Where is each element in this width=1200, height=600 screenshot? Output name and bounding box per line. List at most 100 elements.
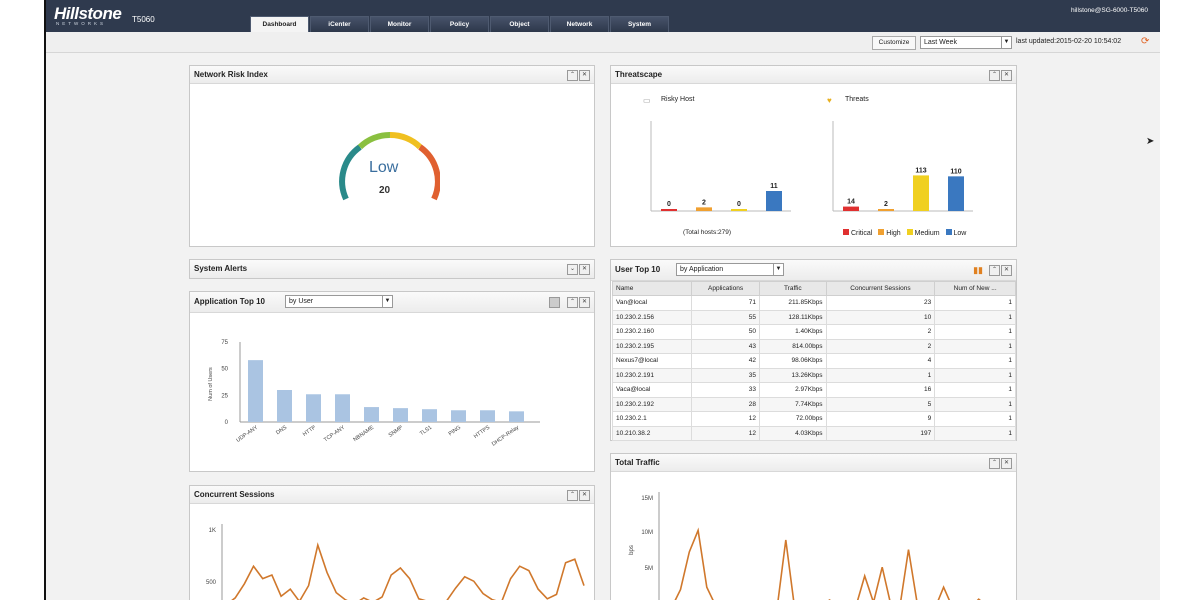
customize-button[interactable]: Customize — [872, 36, 916, 50]
panel-title: Application Top 10 — [194, 297, 265, 306]
table-view-icon[interactable] — [549, 297, 560, 308]
collapse-icon[interactable]: ⌃ — [989, 458, 1000, 469]
table-cell: 1 — [934, 411, 1016, 427]
bar — [480, 410, 495, 422]
legend-low: Low — [945, 229, 966, 237]
column-header[interactable]: Applications — [691, 281, 761, 296]
table-cell: 33 — [691, 382, 761, 398]
panel-header: Network Risk Index ⌃ ✕ — [190, 66, 594, 84]
chart-view-icon[interactable]: ▮▮ — [973, 265, 983, 276]
total-hosts: (Total hosts:279) — [683, 229, 732, 236]
data-label: 0 — [667, 201, 671, 208]
bar — [696, 207, 712, 211]
table-cell: 55 — [691, 309, 761, 325]
column-header[interactable]: Name — [611, 281, 693, 296]
user-filter-select[interactable]: by Application ▼ — [676, 263, 784, 276]
table-cell: 1 — [934, 396, 1016, 412]
bar — [422, 409, 437, 422]
user-top10-panel: User Top 10 by Application ▼ ▮▮ ⌃ ✕ Name… — [610, 259, 1017, 441]
collapse-icon[interactable]: ⌃ — [567, 70, 578, 81]
table-row[interactable]: Van@local 71 211.85Kbps 23 1 — [611, 295, 1016, 311]
table-row[interactable]: Vaca@local 33 2.97Kbps 16 1 — [611, 382, 1016, 398]
data-label: 2 — [702, 199, 706, 206]
bar — [393, 408, 408, 422]
panel-title: System Alerts — [194, 264, 248, 273]
table-cell: 50 — [691, 324, 761, 340]
table-cell: 72.00bps — [759, 411, 827, 427]
refresh-icon[interactable]: ⟳ — [1141, 36, 1149, 47]
table-cell: 16 — [825, 382, 936, 398]
collapse-icon[interactable]: ⌃ — [567, 490, 578, 501]
total-traffic-panel: Total Traffic ⌃ ✕ 15M 10M 5M bps — [610, 453, 1017, 600]
y-tick-label: 25 — [221, 393, 228, 399]
table-cell: 71 — [691, 295, 761, 311]
legend-high: High — [878, 229, 901, 237]
app-window: Hillstone NETWORKS T5060 Dashboard iCent… — [46, 0, 1160, 600]
table-row[interactable]: 10.230.2.195 43 814.00bps 2 1 — [611, 338, 1016, 354]
table-cell: 1 — [934, 353, 1016, 369]
bar — [948, 176, 964, 211]
close-icon[interactable]: ✕ — [579, 70, 590, 81]
table-row[interactable]: Nexus7@local 42 98.06Kbps 4 1 — [611, 353, 1016, 369]
user-account[interactable]: hillstone@SG-6000-T5060 — [1071, 7, 1148, 14]
data-label: 110 — [950, 168, 961, 175]
tab-policy[interactable]: Policy — [430, 16, 489, 32]
close-icon[interactable]: ✕ — [1001, 70, 1012, 81]
collapse-icon[interactable]: ⌃ — [989, 265, 1000, 276]
table-cell: 12 — [691, 425, 761, 441]
tab-dashboard[interactable]: Dashboard — [250, 16, 309, 32]
table-cell: 1.40Kbps — [759, 324, 827, 340]
collapse-icon[interactable]: ⌃ — [989, 70, 1000, 81]
user-filter-value: by Application — [680, 266, 724, 273]
table-row[interactable]: 10.230.2.192 28 7.74Kbps 5 1 — [611, 396, 1016, 412]
column-header[interactable]: Concurrent Sessions — [825, 281, 936, 296]
threatscape-panel: Threatscape ⌃ ✕ ▭ Risky Host ♥ Threats 0… — [610, 65, 1017, 247]
close-icon[interactable]: ✕ — [1001, 265, 1012, 276]
tab-monitor[interactable]: Monitor — [370, 16, 429, 32]
table-row[interactable]: 10.230.2.160 50 1.40Kbps 2 1 — [611, 324, 1016, 340]
app-filter-value: by User — [289, 298, 314, 305]
close-icon[interactable]: ✕ — [579, 297, 590, 308]
close-icon[interactable]: ✕ — [579, 264, 590, 275]
panel-title: User Top 10 — [615, 265, 661, 274]
traffic-chart: 15M 10M 5M bps — [629, 492, 981, 600]
table-row[interactable]: 10.230.2.191 35 13.26Kbps 1 1 — [611, 367, 1016, 383]
threat-legend: Critical High Medium Low — [843, 229, 966, 237]
table-cell: 211.85Kbps — [759, 295, 827, 311]
table-row[interactable]: 10.210.38.2 12 4.03Kbps 197 1 — [611, 425, 1016, 441]
table-cell: Van@local — [611, 295, 693, 311]
period-select[interactable]: Last Week ▼ — [920, 36, 1012, 49]
data-label: 11 — [770, 183, 778, 190]
column-header[interactable]: Num of New ... — [934, 281, 1016, 296]
tab-system[interactable]: System — [610, 16, 669, 32]
x-tick-label: DNS — [275, 425, 288, 437]
collapse-icon[interactable]: ⌃ — [567, 297, 578, 308]
data-label: 113 — [915, 167, 926, 174]
bar — [364, 407, 379, 422]
risk-level: Low — [369, 159, 399, 176]
device-model: T5060 — [132, 15, 155, 24]
table-cell: 10.230.2.156 — [611, 309, 693, 325]
y-tick-label: 50 — [221, 367, 228, 373]
column-header[interactable]: Traffic — [759, 281, 827, 296]
legend-critical: Critical — [843, 229, 872, 237]
table-cell: 1 — [825, 367, 936, 383]
x-tick-label: PING — [448, 425, 462, 438]
close-icon[interactable]: ✕ — [579, 490, 590, 501]
table-row[interactable]: 10.230.2.156 55 128.11Kbps 10 1 — [611, 309, 1016, 325]
close-icon[interactable]: ✕ — [1001, 458, 1012, 469]
table-cell: 23 — [825, 295, 936, 311]
bar — [913, 175, 929, 211]
table-cell: 2.97Kbps — [759, 382, 827, 398]
panel-title: Network Risk Index — [194, 70, 268, 79]
table-row[interactable]: 10.230.2.1 12 72.00bps 9 1 — [611, 411, 1016, 427]
table-cell: 197 — [825, 425, 936, 441]
tab-icenter[interactable]: iCenter — [310, 16, 369, 32]
app-filter-select[interactable]: by User ▼ — [285, 295, 393, 308]
bar — [306, 394, 321, 422]
expand-icon[interactable]: ⌄ — [567, 264, 578, 275]
table-cell: 4 — [825, 353, 936, 369]
tab-object[interactable]: Object — [490, 16, 549, 32]
data-label: 0 — [737, 201, 741, 208]
tab-network[interactable]: Network — [550, 16, 609, 32]
